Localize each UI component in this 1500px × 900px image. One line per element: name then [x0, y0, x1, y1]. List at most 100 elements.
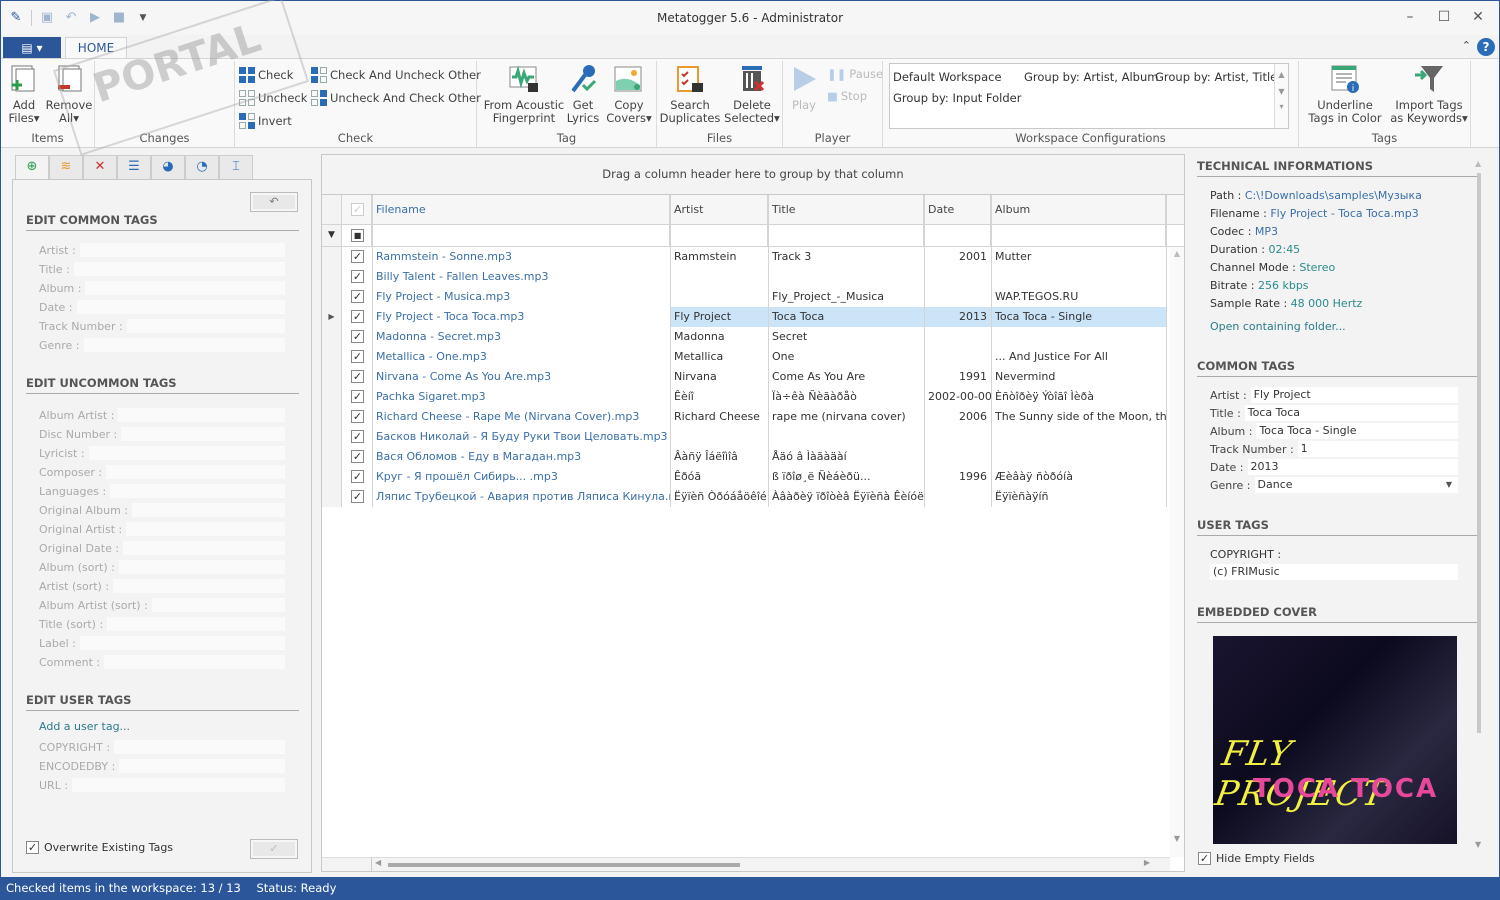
row-indicator[interactable]: [322, 267, 342, 287]
tab-online-db[interactable]: ◕: [151, 155, 185, 179]
column-header-artist[interactable]: Artist: [670, 195, 768, 224]
acoustic-fingerprint-button[interactable]: From Acoustic Fingerprint: [481, 63, 567, 125]
workspace-input-folder[interactable]: Group by: Input Folder: [893, 91, 1021, 105]
overwrite-tags-checkbox[interactable]: ✓ Overwrite Existing Tags: [26, 841, 173, 854]
table-row[interactable]: ✓ Вася Обломов - Еду в Магадан.mp3 Âàñÿ Îá…: [322, 447, 1170, 467]
uncheck-button[interactable]: Uncheck: [239, 90, 307, 106]
import-tags-button[interactable]: Import Tags as Keywords▾: [1389, 63, 1469, 125]
workspace-artist-album[interactable]: Group by: Artist, Album: [1024, 70, 1158, 84]
field-input[interactable]: [72, 778, 285, 792]
stop-button[interactable]: ■ Stop: [827, 89, 867, 103]
user-tag-copyright[interactable]: (c) FRIMusic: [1210, 564, 1458, 580]
maximize-button[interactable]: ☐: [1427, 5, 1461, 29]
filter-date[interactable]: [924, 225, 991, 246]
table-row[interactable]: ✓ Круг - Я прошёл Сибирь... .mp3 Êðóã ß ïðî…: [322, 467, 1170, 487]
minimize-button[interactable]: –: [1393, 5, 1427, 29]
field-input[interactable]: [104, 655, 285, 669]
row-indicator[interactable]: [322, 347, 342, 367]
chevron-down-icon[interactable]: ▼: [1446, 477, 1452, 493]
workspace-artist-title[interactable]: Group by: Artist, Title: [1155, 70, 1277, 84]
add-user-tag-link[interactable]: Add a user tag...: [39, 718, 285, 734]
field-input[interactable]: Dance ▼: [1254, 477, 1458, 493]
row-indicator[interactable]: [322, 387, 342, 407]
revert-button[interactable]: ↶: [250, 192, 298, 212]
close-button[interactable]: ✕: [1461, 5, 1495, 29]
invert-button[interactable]: Invert: [239, 113, 292, 129]
row-checkbox[interactable]: ✓: [342, 467, 372, 487]
row-indicator[interactable]: [322, 367, 342, 387]
help-icon[interactable]: ?: [1477, 38, 1495, 56]
field-input[interactable]: Toca Toca: [1244, 405, 1458, 421]
table-row[interactable]: ✓ Ляпис Трубецкой - Авария против Ляписа …: [322, 487, 1170, 507]
row-checkbox[interactable]: ✓: [342, 287, 372, 307]
field-input[interactable]: [118, 408, 285, 422]
play-button[interactable]: Play: [787, 63, 821, 112]
pause-button[interactable]: ❚❚ Pause: [827, 67, 883, 81]
group-by-area[interactable]: Drag a column header here to group by th…: [322, 155, 1184, 195]
row-checkbox[interactable]: ✓: [342, 407, 372, 427]
table-row[interactable]: ✓ Pachka Sigaret.mp3 Êèíî Ïà÷êà Ñèãàðåò 2002…: [322, 387, 1170, 407]
row-indicator[interactable]: [322, 407, 342, 427]
table-row[interactable]: ✓ Billy Talent - Fallen Leaves.mp3: [322, 267, 1170, 287]
field-input[interactable]: [121, 427, 285, 441]
filter-filename[interactable]: [372, 225, 670, 246]
file-menu-button[interactable]: ▤ ▾: [3, 37, 61, 59]
table-row[interactable]: ✓ Rammstein - Sonne.mp3 Rammstein Track 3 20…: [322, 247, 1170, 267]
row-indicator[interactable]: [322, 427, 342, 447]
field-input[interactable]: [76, 300, 285, 314]
filter-checkbox[interactable]: ■: [342, 225, 372, 246]
copy-covers-button[interactable]: Copy Covers▾: [605, 63, 653, 125]
table-row[interactable]: ✓ Madonna - Secret.mp3 Madonna Secret: [322, 327, 1170, 347]
column-header-album[interactable]: Album: [991, 195, 1166, 224]
check-button[interactable]: Check: [239, 67, 293, 83]
table-row[interactable]: ▶ ✓ Fly Project - Toca Toca.mp3 Fly Project…: [322, 307, 1170, 327]
add-files-button[interactable]: Add Files▾: [3, 63, 45, 125]
hide-empty-fields-checkbox[interactable]: ✓ Hide Empty Fields: [1198, 852, 1315, 865]
scroll-thumb[interactable]: [388, 863, 740, 867]
filter-title[interactable]: [768, 225, 924, 246]
field-input[interactable]: [110, 484, 285, 498]
grid-vertical-scrollbar[interactable]: ▲ ▼: [1170, 247, 1184, 857]
field-input[interactable]: [132, 503, 285, 517]
field-input[interactable]: [88, 446, 285, 460]
row-checkbox[interactable]: ✓: [342, 487, 372, 507]
row-checkbox[interactable]: ✓: [342, 327, 372, 347]
field-input[interactable]: [106, 465, 285, 479]
row-indicator[interactable]: [322, 327, 342, 347]
field-input[interactable]: [126, 319, 285, 333]
field-input[interactable]: [151, 598, 285, 612]
search-duplicates-button[interactable]: Search Duplicates: [659, 63, 721, 125]
row-checkbox[interactable]: ✓: [342, 447, 372, 467]
remove-all-button[interactable]: Remove All▾: [45, 63, 93, 125]
table-row[interactable]: ✓ Nirvana - Come As You Are.mp3 Nirvana Com…: [322, 367, 1170, 387]
tab-home[interactable]: HOME: [65, 37, 127, 59]
field-input[interactable]: [73, 262, 285, 276]
field-input[interactable]: [107, 617, 285, 631]
row-checkbox[interactable]: ✓: [342, 387, 372, 407]
workspace-scrollbar[interactable]: ▲ ▼ ▾: [1274, 64, 1288, 128]
column-header-date[interactable]: Date: [924, 195, 991, 224]
field-input[interactable]: Toca Toca - Single: [1256, 423, 1458, 439]
uncheck-and-check-other-button[interactable]: Uncheck And Check Other: [311, 90, 481, 106]
field-input[interactable]: Fly Project: [1250, 387, 1458, 403]
tab-tree[interactable]: ☰: [117, 155, 151, 179]
tab-online-cover[interactable]: ◔: [185, 155, 219, 179]
row-checkbox[interactable]: ✓: [342, 427, 372, 447]
field-input[interactable]: [119, 759, 285, 773]
table-row[interactable]: ✓ Fly Project - Musica.mp3 Fly_Project_-_M…: [322, 287, 1170, 307]
row-checkbox[interactable]: ✓: [342, 247, 372, 267]
field-input[interactable]: [79, 636, 285, 650]
scroll-thumb[interactable]: [1477, 173, 1481, 733]
field-input[interactable]: [79, 243, 285, 257]
workspace-default[interactable]: Default Workspace: [893, 70, 1002, 84]
delete-selected-button[interactable]: Delete Selected▾: [723, 63, 781, 125]
row-indicator[interactable]: [322, 247, 342, 267]
get-lyrics-button[interactable]: Get Lyrics: [565, 63, 601, 125]
row-indicator[interactable]: ▶: [322, 307, 342, 327]
filter-artist[interactable]: [670, 225, 768, 246]
row-checkbox[interactable]: ✓: [342, 267, 372, 287]
collapse-ribbon-icon[interactable]: ⌃: [1462, 39, 1471, 52]
column-header-filename[interactable]: Filename: [372, 195, 670, 224]
scroll-right-icon[interactable]: ▶: [1144, 858, 1150, 867]
check-and-uncheck-other-button[interactable]: Check And Uncheck Other: [311, 67, 481, 83]
